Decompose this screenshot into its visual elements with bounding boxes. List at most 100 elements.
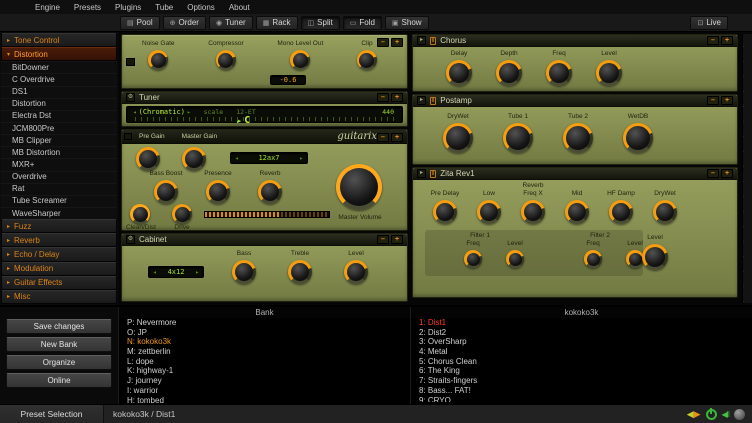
preset-row[interactable]: 1: Dist1 (411, 318, 752, 328)
tube-selector[interactable]: ◂ 12ax7 ▸ (230, 152, 308, 164)
knob[interactable] (464, 250, 482, 268)
cabinet-model-selector[interactable]: ◂ 4x12 ▸ (148, 266, 204, 278)
collapse-icon[interactable]: ▸ (417, 96, 426, 105)
unit-minimize-button[interactable]: – (707, 96, 719, 105)
sidebar-item[interactable]: DS1 (1, 86, 117, 98)
save-changes-button[interactable]: Save changes (6, 319, 112, 334)
sidebar-item[interactable]: Tube Screamer (1, 195, 117, 207)
sidebar-item[interactable]: MB Clipper (1, 134, 117, 146)
sidebar-item[interactable]: C Overdrive (1, 73, 117, 85)
bank-row[interactable]: K: highway-1 (119, 366, 410, 376)
knob[interactable] (433, 200, 457, 224)
sidebar-item[interactable]: JCM800Pre (1, 122, 117, 134)
bank-row[interactable]: L: dope (119, 357, 410, 367)
toolbar-button[interactable]: ◫ Split (301, 16, 340, 30)
knob[interactable] (206, 180, 230, 204)
preset-row[interactable]: 6: The King (411, 366, 752, 376)
sidebar-item[interactable]: ▸ Echo / Delay (1, 247, 117, 261)
bank-row[interactable]: H: tombed (119, 396, 410, 405)
bank-row[interactable]: P: Nevermore (119, 318, 410, 328)
bank-row[interactable]: I: warrior (119, 386, 410, 396)
jack-connection-icon[interactable]: ◀‖ (722, 410, 729, 419)
knob[interactable] (565, 200, 589, 224)
knob[interactable] (154, 180, 178, 204)
knob[interactable] (216, 50, 236, 70)
sidebar-item[interactable]: Overdrive (1, 171, 117, 183)
preset-row[interactable]: 9: CRYO (411, 396, 752, 402)
preset-prev-next-icon[interactable]: ◀▶ (687, 409, 701, 420)
toolbar-button[interactable]: ▤ Pool (120, 16, 160, 30)
tuner-ref-pitch-value[interactable]: 440 (382, 108, 394, 116)
master-volume-knob[interactable] (336, 164, 382, 210)
unit-add-button[interactable]: + (391, 93, 403, 102)
online-button[interactable]: Online (6, 373, 112, 388)
knob[interactable] (232, 260, 256, 284)
bank-row[interactable]: J: journey (119, 376, 410, 386)
sidebar-item[interactable]: Electra Dst (1, 110, 117, 122)
sidebar-item[interactable]: ▸ Tone Control (1, 33, 117, 47)
toolbar-button[interactable]: ▣ Show (385, 16, 429, 30)
knob[interactable] (258, 180, 282, 204)
organize-button[interactable]: Organize (6, 355, 112, 370)
unit-minimize-button[interactable]: – (707, 169, 719, 178)
toolbar-button[interactable]: ▭ Fold (343, 16, 382, 30)
toolbar-button[interactable]: ▦ Rack (256, 16, 298, 30)
unit-minimize-button[interactable]: – (707, 36, 719, 45)
sidebar-item[interactable]: MB Distortion (1, 146, 117, 158)
unit-minimize-button[interactable]: – (377, 93, 389, 102)
unit-add-button[interactable]: + (391, 38, 403, 47)
clean-dist-knob[interactable] (130, 204, 150, 224)
drive-knob[interactable] (172, 204, 192, 224)
sidebar-item[interactable]: ▸ Modulation (1, 262, 117, 276)
sidebar-item[interactable]: Rat (1, 183, 117, 195)
unit-add-button[interactable]: + (721, 96, 733, 105)
unit-minimize-button[interactable]: – (377, 133, 389, 142)
output-level-knob[interactable] (642, 244, 668, 270)
knob[interactable] (521, 200, 545, 224)
toolbar-button[interactable]: ⊕ Order (163, 16, 206, 30)
master-gain-knob[interactable] (182, 147, 206, 171)
knob[interactable] (148, 50, 168, 70)
unit-collapse-button[interactable] (124, 133, 132, 140)
toolbar-button[interactable]: ◉ Tuner (209, 16, 253, 30)
new-bank-button[interactable]: New Bank (6, 337, 112, 352)
knob[interactable] (357, 50, 377, 70)
sidebar-item[interactable]: Distortion (1, 98, 117, 110)
bank-row[interactable]: N: kokoko3k (119, 337, 410, 347)
network-sphere-icon[interactable] (734, 409, 745, 420)
knob[interactable] (546, 60, 572, 86)
knob[interactable] (653, 200, 677, 224)
unit-add-button[interactable]: + (391, 235, 403, 244)
pre-gain-knob[interactable] (136, 147, 160, 171)
unit-add-button[interactable]: + (391, 133, 403, 142)
unit-minimize-button[interactable]: – (377, 38, 389, 47)
unit-minimize-button[interactable]: – (377, 235, 389, 244)
unit-collapse-button[interactable] (126, 58, 135, 66)
sidebar-item[interactable]: ▸ Guitar Effects (1, 276, 117, 290)
knob[interactable] (344, 260, 368, 284)
unit-add-button[interactable]: + (721, 36, 733, 45)
bank-row[interactable]: O: JP (119, 328, 410, 338)
preset-row[interactable]: 8: Bass... FAT! (411, 386, 752, 396)
knob[interactable] (596, 60, 622, 86)
menu-item[interactable]: Engine (28, 3, 67, 12)
knob[interactable] (609, 200, 633, 224)
preset-row[interactable]: 5: Chorus Clean (411, 357, 752, 367)
knob[interactable] (288, 260, 312, 284)
menu-item[interactable]: About (222, 3, 257, 12)
collapse-icon[interactable]: ▸ (417, 36, 426, 45)
knob[interactable] (563, 123, 593, 153)
sidebar-item[interactable]: BitDowner (1, 61, 117, 73)
knob[interactable] (446, 60, 472, 86)
menu-item[interactable]: Presets (67, 3, 108, 12)
knob[interactable] (503, 123, 533, 153)
unit-add-button[interactable]: + (721, 169, 733, 178)
knob[interactable] (584, 250, 602, 268)
tuner-mode-selector[interactable]: ◂ (Chromatic) ▸ (133, 108, 191, 116)
live-button[interactable]: ⊡ Live (690, 16, 728, 30)
menu-item[interactable]: Plugins (108, 3, 148, 12)
menu-item[interactable]: Options (180, 3, 222, 12)
collapse-icon[interactable]: ▸ (417, 169, 426, 178)
preset-row[interactable]: 7: Straits-fingers (411, 376, 752, 386)
power-icon[interactable] (706, 409, 717, 420)
